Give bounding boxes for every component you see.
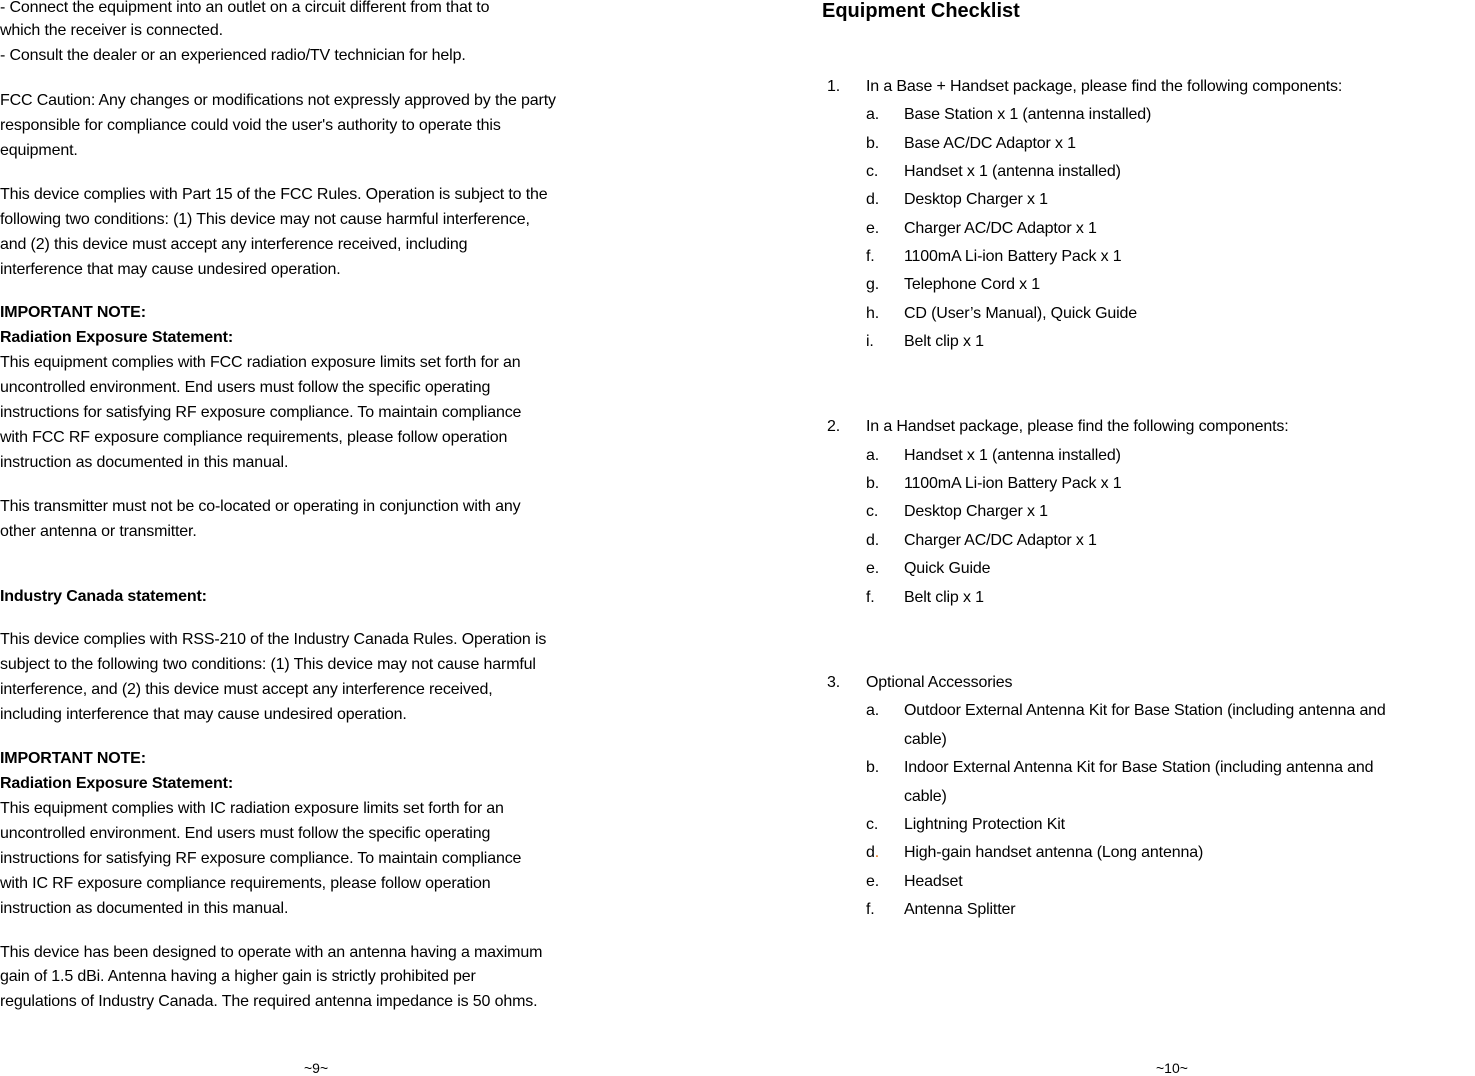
checklist-item: 1100mA Li-ion Battery Pack x 1 [904, 475, 1122, 492]
text-line: This device has been designed to operate… [0, 944, 543, 961]
text-line: with FCC RF exposure compliance requirem… [0, 429, 508, 446]
checklist-item: Base Station x 1 (antenna installed) [904, 106, 1152, 123]
text-line: interference that may cause undesired op… [0, 261, 341, 278]
checklist-item: Handset x 1 (antenna installed) [904, 447, 1121, 464]
item-letter: b. [866, 759, 880, 776]
section-title: In a Handset package, please find the fo… [866, 418, 1289, 435]
section-heading: Radiation Exposure Statement: [0, 775, 234, 792]
text-line: interference, and (2) this device must a… [0, 681, 493, 698]
section-heading: IMPORTANT NOTE: [0, 304, 146, 321]
item-letter: e. [866, 220, 880, 237]
checklist-item: Quick Guide [904, 560, 991, 577]
checklist-item: High-gain handset antenna (Long antenna) [904, 844, 1204, 861]
item-letter: c. [866, 503, 879, 520]
item-letter: e. [866, 873, 880, 890]
item-letter: h. [866, 305, 880, 322]
section-number: 2. [827, 418, 841, 435]
text-line: instructions for satisfying RF exposure … [0, 850, 522, 867]
checklist-item: 1100mA Li-ion Battery Pack x 1 [904, 248, 1122, 265]
text-line: other antenna or transmitter. [0, 523, 197, 540]
checklist-item-continuation: cable) [904, 731, 947, 748]
text-line: This equipment complies with FCC radiati… [0, 354, 521, 371]
item-letter: c. [866, 816, 879, 833]
checklist-item-continuation: cable) [904, 788, 947, 805]
text-line: responsible for compliance could void th… [0, 117, 501, 134]
section-title: In a Base + Handset package, please find… [866, 78, 1343, 95]
checklist-item: Belt clip x 1 [904, 333, 984, 350]
item-letter: a. [866, 447, 880, 464]
checklist-item: CD (User’s Manual), Quick Guide [904, 305, 1138, 322]
item-letter-text: d [866, 844, 875, 861]
checklist-item: Charger AC/DC Adaptor x 1 [904, 220, 1097, 237]
checklist-item: Desktop Charger x 1 [904, 503, 1048, 520]
text-line: and (2) this device must accept any inte… [0, 236, 468, 253]
text-line: - Connect the equipment into an outlet o… [0, 0, 490, 16]
checklist-item: Lightning Protection Kit [904, 816, 1065, 833]
text-line: This equipment complies with IC radiatio… [0, 800, 504, 817]
item-letter: b. [866, 135, 880, 152]
text-line: instructions for satisfying RF exposure … [0, 404, 522, 421]
text-line: This device complies with Part 15 of the… [0, 186, 548, 203]
item-letter-dot: . [874, 844, 880, 861]
text-line: with IC RF exposure compliance requireme… [0, 875, 491, 892]
checklist-item: Desktop Charger x 1 [904, 191, 1048, 208]
section-heading: Radiation Exposure Statement: [0, 329, 234, 346]
text-line: subject to the following two conditions:… [0, 656, 536, 673]
text-line: uncontrolled environment. End users must… [0, 379, 491, 396]
item-letter: a. [866, 702, 880, 719]
checklist-item: Indoor External Antenna Kit for Base Sta… [904, 759, 1374, 776]
text-line: following two conditions: (1) This devic… [0, 211, 530, 228]
text-line: - Consult the dealer or an experienced r… [0, 47, 466, 64]
item-letter: f. [866, 901, 875, 918]
checklist-item: Headset [904, 873, 963, 890]
checklist-item: Belt clip x 1 [904, 589, 984, 606]
section-number: 3. [827, 674, 841, 691]
item-letter: d. [866, 532, 880, 549]
item-letter: a. [866, 106, 880, 123]
text-line: including interference that may cause un… [0, 706, 407, 723]
item-letter: d. [866, 191, 880, 208]
section-number: 1. [827, 78, 841, 95]
text-line: regulations of Industry Canada. The requ… [0, 993, 538, 1010]
checklist-item: Handset x 1 (antenna installed) [904, 163, 1121, 180]
item-letter: f. [866, 589, 875, 606]
page-title: Equipment Checklist [822, 0, 1020, 22]
section-heading: Industry Canada statement: [0, 588, 207, 605]
text-line: This device complies with RSS-210 of the… [0, 631, 547, 648]
text-line: which the receiver is connected. [0, 22, 223, 39]
checklist-item: Base AC/DC Adaptor x 1 [904, 135, 1076, 152]
item-letter: c. [866, 163, 879, 180]
checklist-item: Telephone Cord x 1 [904, 276, 1041, 293]
text-line: gain of 1.5 dBi. Antenna having a higher… [0, 968, 476, 985]
text-line: instruction as documented in this manual… [0, 900, 289, 917]
checklist-item: Antenna Splitter [904, 901, 1016, 918]
checklist-item: Outdoor External Antenna Kit for Base St… [904, 702, 1386, 719]
text-line: instruction as documented in this manual… [0, 454, 289, 471]
item-letter: i. [866, 333, 874, 350]
item-letter: d. [866, 843, 879, 863]
item-letter: e. [866, 560, 880, 577]
item-letter: g. [866, 276, 880, 293]
item-letter: f. [866, 248, 875, 265]
text-line: FCC Caution: Any changes or modification… [0, 92, 556, 109]
text-line: uncontrolled environment. End users must… [0, 825, 491, 842]
section-title: Optional Accessories [866, 674, 1013, 691]
checklist-item: Charger AC/DC Adaptor x 1 [904, 532, 1097, 549]
section-heading: IMPORTANT NOTE: [0, 750, 146, 767]
item-letter: b. [866, 475, 880, 492]
text-line: This transmitter must not be co-located … [0, 498, 521, 515]
text-line: equipment. [0, 142, 78, 159]
